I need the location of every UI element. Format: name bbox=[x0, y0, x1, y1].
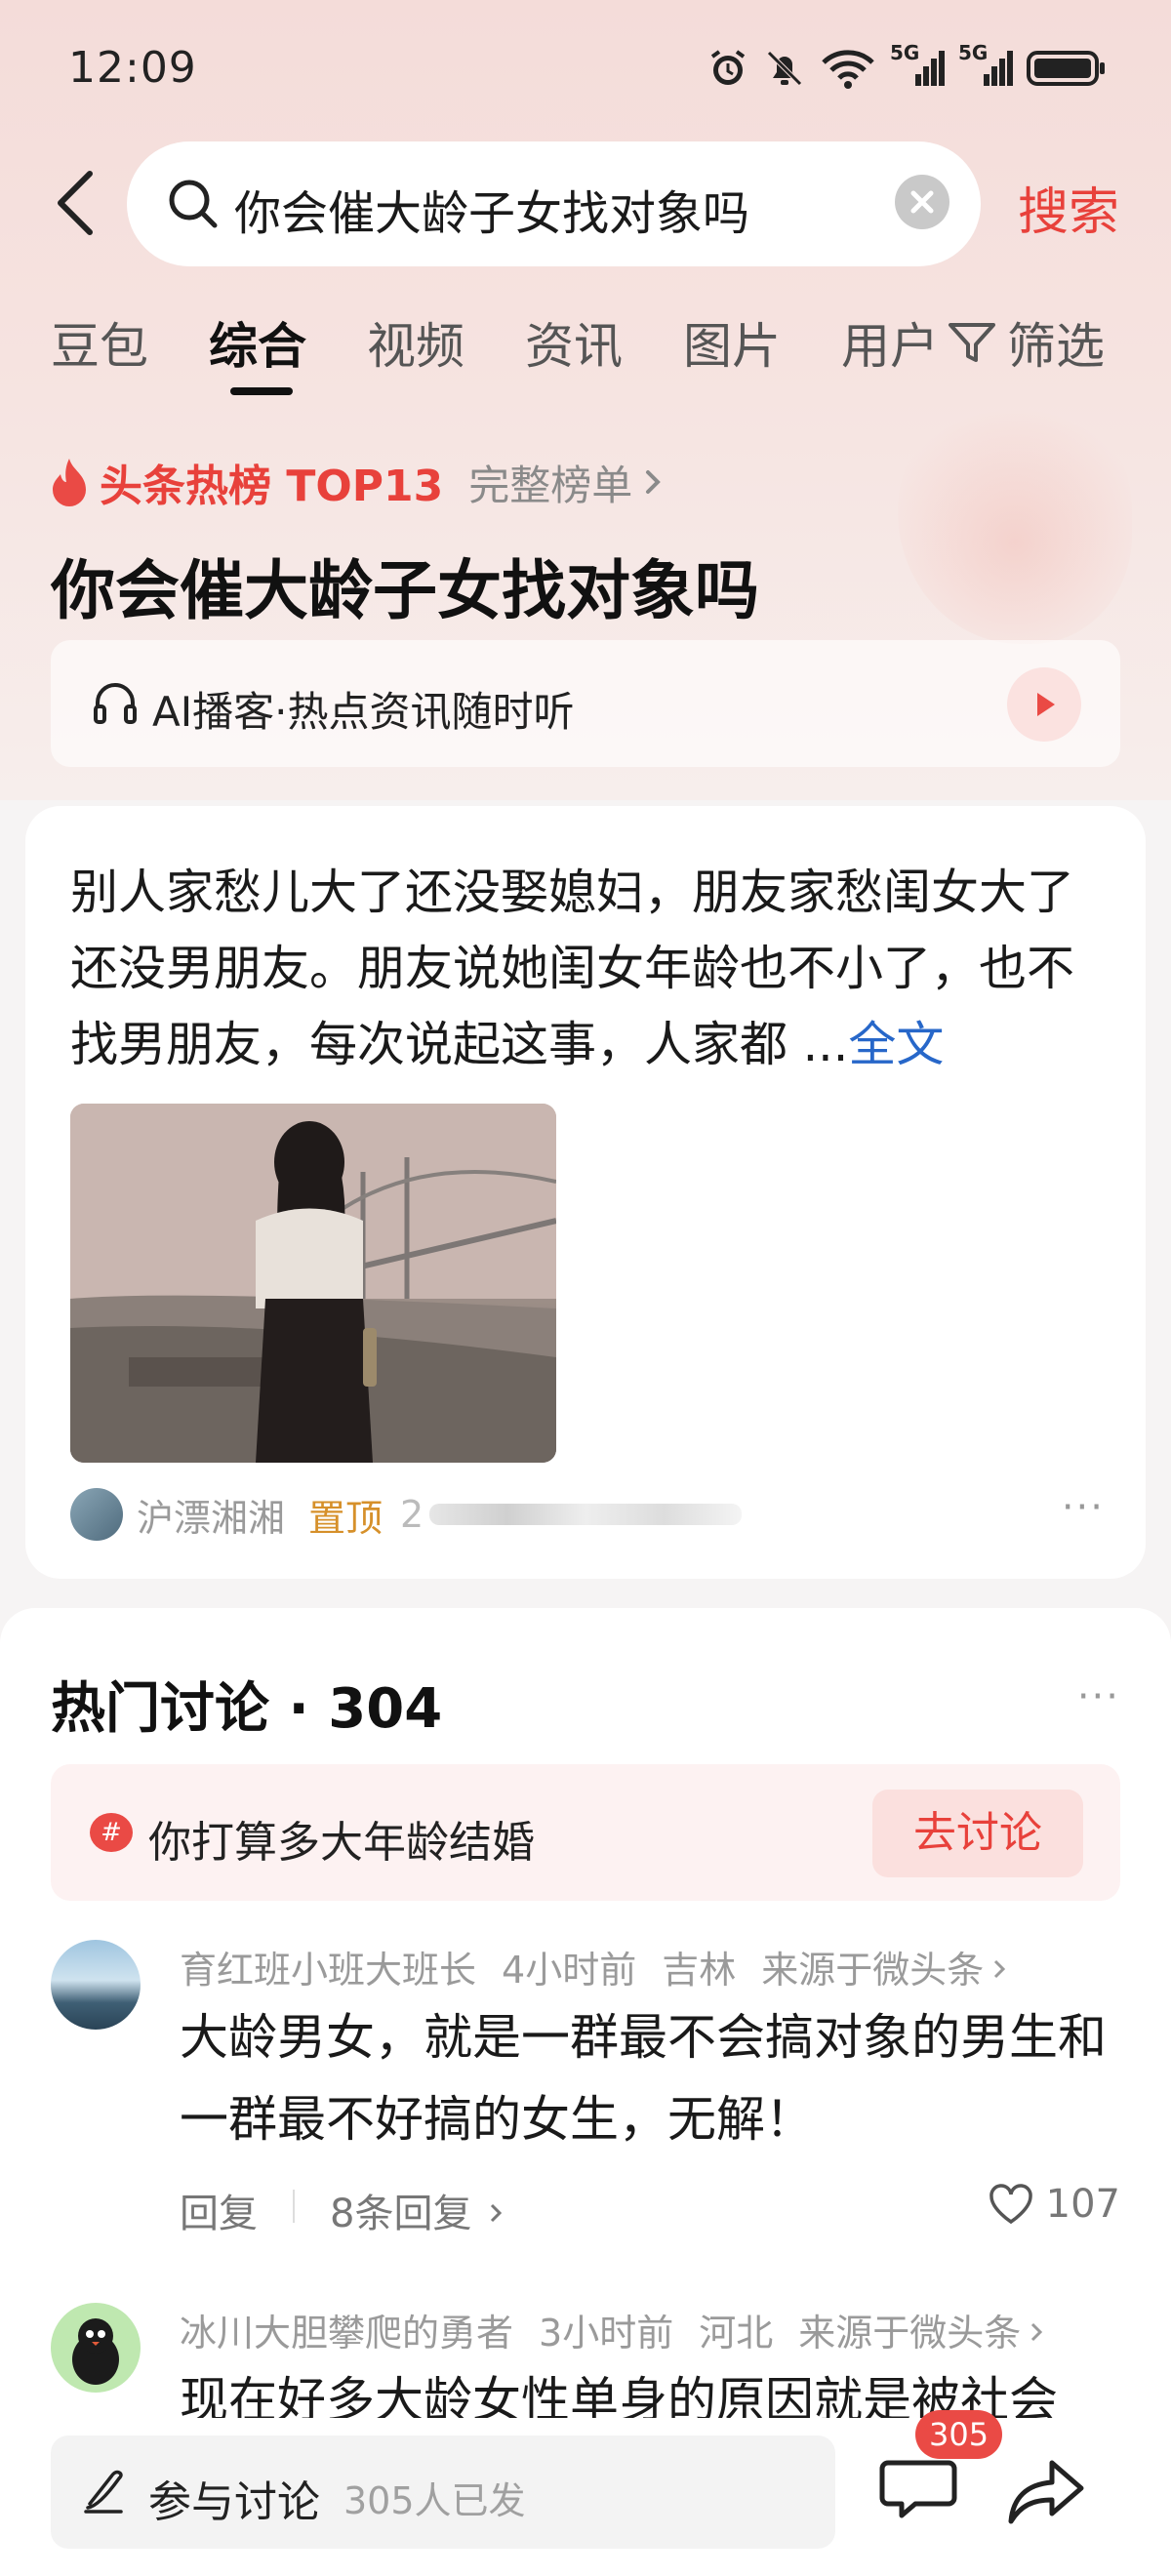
chevron-right-icon bbox=[994, 1959, 1006, 1979]
topic-label: 你打算多大年龄结婚 bbox=[148, 1818, 535, 1868]
filter-label: 筛选 bbox=[1007, 318, 1105, 375]
tab-general[interactable]: 综合 bbox=[209, 307, 306, 378]
pen-icon bbox=[80, 2469, 129, 2517]
tab-video[interactable]: 视频 bbox=[367, 307, 464, 378]
share-icon bbox=[1008, 2460, 1084, 2524]
bottom-bar: 参与讨论 305人已发 305 bbox=[0, 2410, 1171, 2576]
blurred-region bbox=[429, 1504, 743, 1525]
woman-by-bridge-photo bbox=[70, 1104, 556, 1463]
back-button[interactable] bbox=[49, 164, 107, 242]
status-icons: 5G 5G bbox=[707, 41, 1107, 94]
full-list-link[interactable]: 完整榜单 bbox=[468, 453, 632, 512]
view-replies-button[interactable]: 8条回复 bbox=[330, 2182, 507, 2238]
join-discussion-label: 参与讨论 bbox=[148, 2477, 320, 2527]
tab-doubao[interactable]: 豆包 bbox=[51, 307, 148, 378]
status-time: 12:09 bbox=[68, 43, 197, 93]
ai-podcast-label: AI播客·热点资讯随时听 bbox=[152, 688, 575, 736]
post-text: 别人家愁儿大了还没娶媳妇，朋友家愁闺女大了还没男朋友。朋友说她闺女年龄也不小了，… bbox=[70, 855, 1114, 1083]
comment-meta: 育红班小班大班长 4小时前 吉林 来源于微头条 bbox=[180, 1940, 1011, 1993]
ai-podcast-bar[interactable]: AI播客·热点资讯随时听 bbox=[51, 640, 1120, 767]
comment-user[interactable]: 冰川大胆攀爬的勇者 bbox=[180, 2312, 513, 2355]
comment-text: 大龄男女，就是一群最不会搞对象的男生和一群最不好搞的女生，无解！ bbox=[180, 2009, 1107, 2148]
section-title: 热门讨论 · 304 bbox=[51, 1677, 443, 1741]
comment-location: 河北 bbox=[699, 2312, 774, 2355]
search-icon bbox=[164, 175, 222, 233]
close-icon bbox=[910, 190, 934, 214]
signal-icon-1: 5G bbox=[890, 41, 945, 94]
hashtag-icon: # bbox=[90, 1813, 133, 1852]
chevron-right-icon bbox=[646, 470, 662, 494]
play-icon bbox=[1037, 693, 1055, 716]
active-tab-indicator bbox=[230, 387, 293, 395]
mute-icon bbox=[763, 47, 806, 94]
status-bar: 12:09 5G 5G bbox=[0, 0, 1171, 137]
fire-icon bbox=[53, 459, 86, 506]
signal-icon-2: 5G bbox=[958, 41, 1013, 94]
comment-count-badge: 305 bbox=[915, 2410, 1003, 2459]
post-meta: 沪漂湘湘 置顶 2 ··· bbox=[70, 1485, 1105, 1544]
share-button[interactable] bbox=[1003, 2447, 1091, 2535]
topic-bar[interactable]: # 你打算多大年龄结婚 去讨论 bbox=[51, 1764, 1120, 1901]
search-button[interactable]: 搜索 bbox=[1018, 171, 1119, 244]
comment-meta: 冰川大胆攀爬的勇者 3小时前 河北 来源于微头条 bbox=[180, 2303, 1048, 2356]
category-tabs: 豆包 综合 视频 资讯 图片 用户 筛选 bbox=[0, 307, 1171, 405]
comment-source[interactable]: 来源于微头条 bbox=[761, 1949, 984, 1992]
alarm-icon bbox=[707, 47, 749, 94]
post-author[interactable]: 沪漂湘湘 bbox=[137, 1488, 285, 1542]
chevron-left-icon bbox=[58, 171, 93, 235]
comment-text: 现在好多大龄女性单身的原因就是被社会 bbox=[180, 2372, 1058, 2418]
penguin-avatar-icon bbox=[72, 2318, 119, 2385]
reply-button[interactable]: 回复 bbox=[180, 2182, 258, 2238]
go-discuss-button[interactable]: 去讨论 bbox=[872, 1790, 1083, 1877]
replies-count: 8条回复 bbox=[330, 2192, 472, 2236]
tab-news[interactable]: 资讯 bbox=[525, 307, 623, 378]
like-count: 107 bbox=[1045, 2182, 1120, 2227]
comment-location: 吉林 bbox=[662, 1949, 737, 1992]
clear-button[interactable] bbox=[895, 175, 949, 229]
participants-count: 305人已发 bbox=[343, 2479, 526, 2522]
post-card[interactable]: 别人家愁儿大了还没娶媳妇，朋友家愁闺女大了还没男朋友。朋友说她闺女年龄也不小了，… bbox=[25, 806, 1146, 1579]
search-input[interactable]: 你会催大龄子女找对象吗 bbox=[127, 141, 981, 266]
join-discussion-input[interactable]: 参与讨论 305人已发 bbox=[51, 2435, 835, 2549]
wifi-icon bbox=[820, 47, 876, 94]
network-type-1: 5G bbox=[890, 41, 920, 64]
tab-users[interactable]: 用户 bbox=[841, 307, 939, 378]
tab-images[interactable]: 图片 bbox=[683, 307, 781, 378]
chevron-right-icon bbox=[1031, 2322, 1043, 2342]
search-results-page: 12:09 5G 5G 你会催大龄子女找对象吗 搜索 豆包 综合 视频 资讯 图… bbox=[0, 0, 1171, 2576]
blurred-info: 2 bbox=[400, 1493, 424, 1536]
comment-actions: 回复 8条回复 107 bbox=[180, 2182, 1120, 2240]
headphones-icon bbox=[90, 677, 141, 728]
network-type-2: 5G bbox=[958, 41, 989, 64]
play-button[interactable] bbox=[1007, 667, 1081, 742]
hot-rank-label: 头条热榜 TOP13 bbox=[100, 462, 444, 511]
filter-icon bbox=[949, 323, 995, 362]
like-button[interactable]: 107 bbox=[988, 2182, 1120, 2227]
page-title: 你会催大龄子女找对象吗 bbox=[51, 553, 759, 628]
more-options-button[interactable]: ··· bbox=[1062, 1485, 1105, 1530]
comment-user[interactable]: 育红班小班大班长 bbox=[180, 1949, 476, 1992]
battery-icon bbox=[1027, 47, 1107, 94]
post-image[interactable] bbox=[70, 1104, 556, 1463]
avatar[interactable] bbox=[51, 2303, 141, 2393]
divider bbox=[293, 2190, 295, 2223]
heart-icon bbox=[989, 2184, 1032, 2225]
avatar[interactable] bbox=[51, 1940, 141, 2030]
hot-rank-row[interactable]: 头条热榜 TOP13 完整榜单 bbox=[49, 451, 667, 513]
comment-source[interactable]: 来源于微头条 bbox=[798, 2312, 1021, 2355]
section-more-button[interactable]: ··· bbox=[1077, 1674, 1120, 1719]
chevron-right-icon bbox=[491, 2203, 503, 2223]
avatar[interactable] bbox=[70, 1488, 123, 1541]
comment-time: 3小时前 bbox=[539, 2312, 674, 2355]
read-more-link[interactable]: 全文 bbox=[848, 1017, 944, 1072]
search-query: 你会催大龄子女找对象吗 bbox=[234, 186, 750, 241]
filter-button[interactable]: 筛选 bbox=[945, 307, 1105, 378]
pinned-badge: 置顶 bbox=[308, 1496, 384, 1540]
comment-time: 4小时前 bbox=[502, 1949, 637, 1992]
